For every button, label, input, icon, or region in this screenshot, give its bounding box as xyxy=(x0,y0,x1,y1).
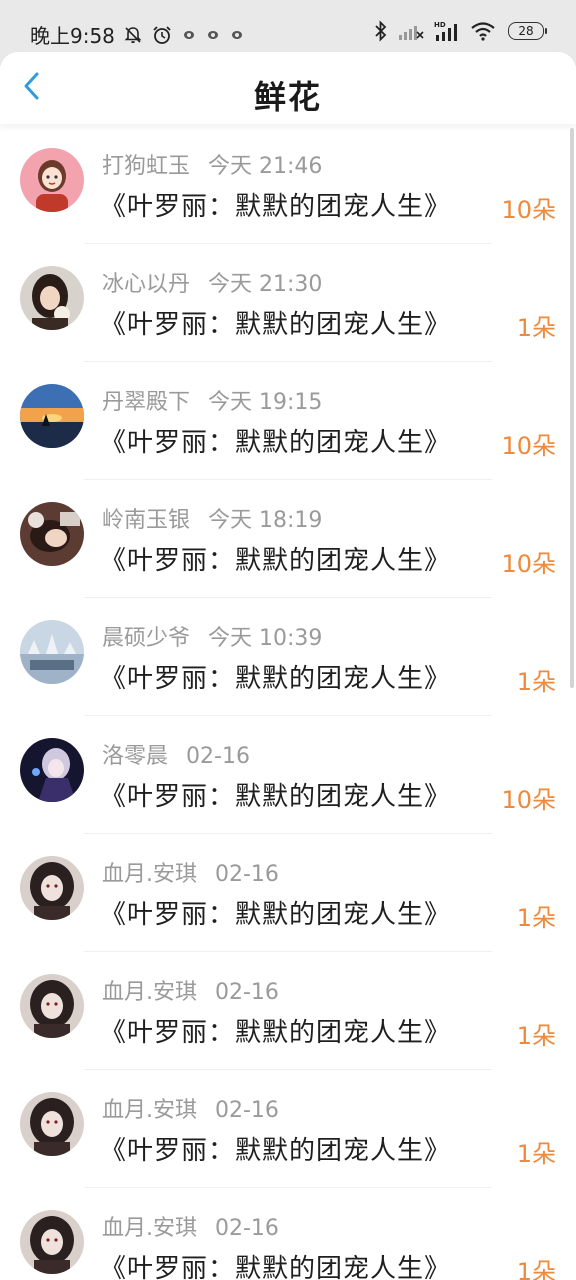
flower-count: 1朵 xyxy=(516,1258,556,1280)
gift-meta: 冰心以丹 今天 21:30 xyxy=(102,266,322,298)
list-item[interactable]: 血月.安琪 02-16 《叶罗丽：默默的团宠人生》 1朵 xyxy=(0,1188,576,1280)
signal-no-service-icon xyxy=(398,21,424,41)
gift-meta: 晨硕少爷 今天 10:39 xyxy=(102,620,322,652)
gift-time: 02-16 xyxy=(186,744,250,769)
list-item[interactable]: 血月.安琪 02-16 《叶罗丽：默默的团宠人生》 1朵 xyxy=(0,834,576,952)
book-title[interactable]: 《叶罗丽：默默的团宠人生》 xyxy=(100,658,451,695)
flower-count: 10朵 xyxy=(501,550,556,578)
list-item[interactable]: 打狗虹玉 今天 21:46 《叶罗丽：默默的团宠人生》 10朵 xyxy=(0,126,576,244)
gift-meta: 岭南玉银 今天 18:19 xyxy=(102,502,322,534)
notification-app-icon xyxy=(181,28,197,42)
bell-off-icon xyxy=(123,25,143,45)
list-item[interactable]: 冰心以丹 今天 21:30 《叶罗丽：默默的团宠人生》 1朵 xyxy=(0,244,576,362)
book-title[interactable]: 《叶罗丽：默默的团宠人生》 xyxy=(100,422,451,459)
flower-count: 1朵 xyxy=(516,314,556,342)
gift-meta: 血月.安琪 02-16 xyxy=(102,1092,279,1124)
gift-time: 02-16 xyxy=(215,1216,279,1241)
book-title[interactable]: 《叶罗丽：默默的团宠人生》 xyxy=(100,1248,451,1280)
avatar[interactable] xyxy=(20,502,84,566)
notification-app-icon-2 xyxy=(205,28,221,42)
app-screen: 晚上9:58 HD 28 鲜花 打狗虹玉 今天 21:46 《叶罗丽：默默的团宠… xyxy=(0,0,576,1280)
book-title[interactable]: 《叶罗丽：默默的团宠人生》 xyxy=(100,304,451,341)
gift-meta: 血月.安琪 02-16 xyxy=(102,1210,279,1242)
username[interactable]: 岭南玉银 xyxy=(102,508,190,533)
flower-count: 1朵 xyxy=(516,668,556,696)
svg-text:HD: HD xyxy=(434,21,446,29)
username[interactable]: 血月.安琪 xyxy=(102,1098,197,1123)
alarm-icon xyxy=(151,24,173,46)
gift-time: 02-16 xyxy=(215,980,279,1005)
gift-time: 02-16 xyxy=(215,862,279,887)
bluetooth-icon xyxy=(374,20,388,42)
list-item[interactable]: 晨硕少爷 今天 10:39 《叶罗丽：默默的团宠人生》 1朵 xyxy=(0,598,576,716)
avatar[interactable] xyxy=(20,384,84,448)
username[interactable]: 丹翠殿下 xyxy=(102,390,190,415)
gift-meta: 丹翠殿下 今天 19:15 xyxy=(102,384,322,416)
username[interactable]: 血月.安琪 xyxy=(102,862,197,887)
gift-meta: 血月.安琪 02-16 xyxy=(102,974,279,1006)
gift-meta: 洛零晨 02-16 xyxy=(102,738,250,770)
notification-app-icon-3 xyxy=(229,28,245,42)
wifi-icon xyxy=(470,21,496,41)
flower-count: 1朵 xyxy=(516,1140,556,1168)
avatar[interactable] xyxy=(20,620,84,684)
flower-count: 10朵 xyxy=(501,196,556,224)
nav-header: 鲜花 xyxy=(0,52,576,124)
flower-count: 10朵 xyxy=(501,786,556,814)
gift-time: 今天 18:19 xyxy=(208,508,323,533)
status-time: 晚上9:58 xyxy=(30,24,115,48)
page-title: 鲜花 xyxy=(253,78,322,116)
gift-time: 02-16 xyxy=(215,1098,279,1123)
flower-count: 1朵 xyxy=(516,904,556,932)
book-title[interactable]: 《叶罗丽：默默的团宠人生》 xyxy=(100,186,451,223)
status-bar-right: HD 28 xyxy=(364,20,547,42)
book-title[interactable]: 《叶罗丽：默默的团宠人生》 xyxy=(100,540,451,577)
avatar[interactable] xyxy=(20,856,84,920)
gift-meta: 血月.安琪 02-16 xyxy=(102,856,279,888)
username[interactable]: 晨硕少爷 xyxy=(102,626,190,651)
signal-hd-icon: HD xyxy=(434,20,460,42)
username[interactable]: 打狗虹玉 xyxy=(102,154,190,179)
battery-indicator: 28 xyxy=(508,22,547,40)
avatar[interactable] xyxy=(20,738,84,802)
book-title[interactable]: 《叶罗丽：默默的团宠人生》 xyxy=(100,1130,451,1167)
book-title[interactable]: 《叶罗丽：默默的团宠人生》 xyxy=(100,894,451,931)
list-item[interactable]: 洛零晨 02-16 《叶罗丽：默默的团宠人生》 10朵 xyxy=(0,716,576,834)
gift-meta: 打狗虹玉 今天 21:46 xyxy=(102,148,322,180)
list-item[interactable]: 血月.安琪 02-16 《叶罗丽：默默的团宠人生》 1朵 xyxy=(0,1070,576,1188)
avatar[interactable] xyxy=(20,148,84,212)
gift-time: 今天 10:39 xyxy=(208,626,323,651)
list-item[interactable]: 岭南玉银 今天 18:19 《叶罗丽：默默的团宠人生》 10朵 xyxy=(0,480,576,598)
gift-time: 今天 21:30 xyxy=(208,272,323,297)
username[interactable]: 冰心以丹 xyxy=(102,272,190,297)
gift-time: 今天 19:15 xyxy=(208,390,323,415)
avatar[interactable] xyxy=(20,974,84,1038)
flower-count: 10朵 xyxy=(501,432,556,460)
username[interactable]: 血月.安琪 xyxy=(102,1216,197,1241)
avatar[interactable] xyxy=(20,1210,84,1274)
gift-list[interactable]: 打狗虹玉 今天 21:46 《叶罗丽：默默的团宠人生》 10朵 冰心以丹 今天 21… xyxy=(0,126,576,1280)
gift-time: 今天 21:46 xyxy=(208,154,323,179)
list-item[interactable]: 血月.安琪 02-16 《叶罗丽：默默的团宠人生》 1朵 xyxy=(0,952,576,1070)
list-item[interactable]: 丹翠殿下 今天 19:15 《叶罗丽：默默的团宠人生》 10朵 xyxy=(0,362,576,480)
status-bar-left: 晚上9:58 xyxy=(30,20,253,49)
username[interactable]: 洛零晨 xyxy=(102,744,168,769)
book-title[interactable]: 《叶罗丽：默默的团宠人生》 xyxy=(100,1012,451,1049)
flower-count: 1朵 xyxy=(516,1022,556,1050)
scrollbar[interactable] xyxy=(570,128,574,688)
avatar[interactable] xyxy=(20,266,84,330)
username[interactable]: 血月.安琪 xyxy=(102,980,197,1005)
avatar[interactable] xyxy=(20,1092,84,1156)
book-title[interactable]: 《叶罗丽：默默的团宠人生》 xyxy=(100,776,451,813)
